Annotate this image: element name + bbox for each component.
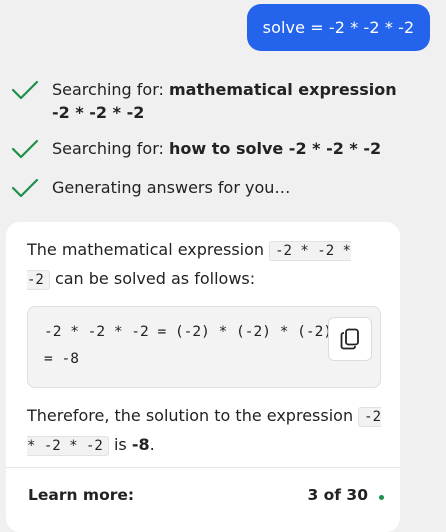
response-count: 3 of 30 [307,486,368,504]
status-dot [379,495,384,500]
learn-more-label: Learn more: [28,486,135,504]
answer-card: The mathematical expression -2 * -2 * -2… [6,222,400,532]
copy-button[interactable] [328,317,372,361]
copy-icon [340,328,359,350]
check-icon [11,139,39,159]
check-icon [11,178,39,198]
status-text: Generating answers for you… [52,178,291,197]
status-text: Searching for: how to solve -2 * -2 * -2 [52,139,382,158]
check-icon [11,80,39,100]
answer-intro: The mathematical expression -2 * -2 * -2… [27,240,351,290]
divider [6,467,400,468]
code-line: -2 * -2 * -2 = (-2) * (-2) * (-2) [44,324,333,340]
status-text: Searching for: mathematical expression -… [52,80,397,122]
status-item-generating: Generating answers for you… [10,176,406,200]
answer-conclusion: Therefore, the solution to the expressio… [27,406,382,456]
code-line: = -8 [44,351,79,367]
user-message-bubble: solve = -2 * -2 * -2 [247,4,430,51]
code-block: -2 * -2 * -2 = (-2) * (-2) * (-2) = -8 [27,306,381,388]
status-item-search-2: Searching for: how to solve -2 * -2 * -2 [10,137,406,161]
status-item-search-1: Searching for: mathematical expression -… [10,78,406,124]
